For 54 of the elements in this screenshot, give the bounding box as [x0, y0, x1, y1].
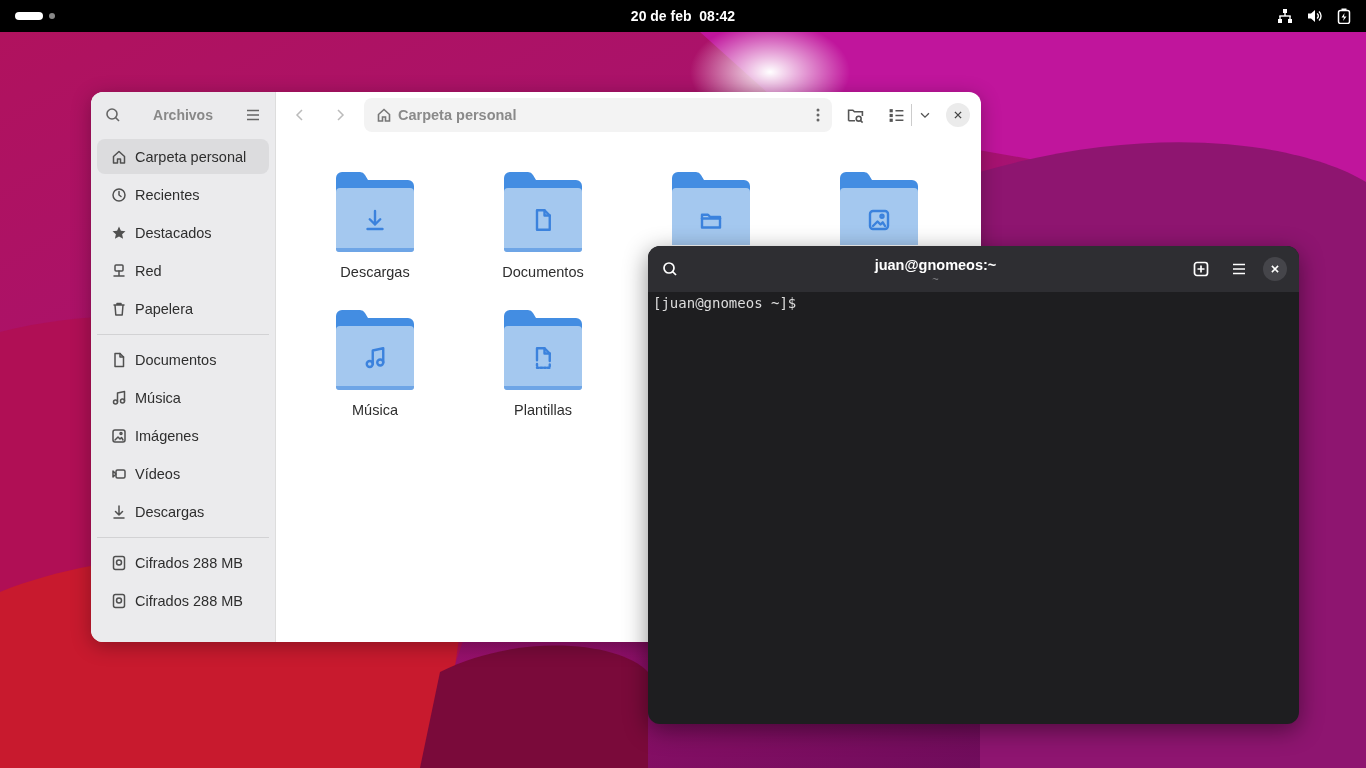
folder-icon[interactable] [672, 172, 750, 245]
trash-icon [111, 301, 127, 317]
sidebar-item[interactable]: Descargas [97, 493, 269, 531]
close-button[interactable] [1263, 257, 1287, 281]
more-icon[interactable] [816, 107, 820, 123]
folder-name: Documentos [502, 264, 584, 280]
sidebar-item[interactable]: Cifrados 288 MB [97, 544, 269, 582]
image-icon [111, 428, 127, 444]
close-icon [1270, 264, 1280, 274]
folder-name: Música [352, 402, 398, 418]
download-icon [111, 504, 127, 520]
sidebar-item[interactable]: Documentos [97, 341, 269, 379]
clock-icon [111, 187, 127, 203]
folder-search-icon[interactable] [847, 106, 864, 124]
folder-name: Descargas [340, 264, 410, 280]
music-icon [111, 390, 127, 406]
folder-icon[interactable] [504, 172, 582, 252]
folder-icon[interactable] [336, 310, 414, 390]
volume-icon[interactable] [1307, 8, 1323, 24]
drive-icon [111, 593, 127, 609]
menu-icon[interactable] [1231, 261, 1247, 277]
drive-icon [111, 555, 127, 571]
sidebar-item[interactable]: Red [97, 252, 269, 290]
home-icon [111, 148, 127, 165]
window-title: juan@gnomeos:~ [874, 257, 997, 273]
sidebar-item[interactable]: Papelera [97, 290, 269, 328]
list-view-icon[interactable] [888, 106, 905, 124]
workspace-dot-icon[interactable] [49, 13, 55, 19]
video-icon [111, 466, 127, 482]
shell-prompt: [juan@gnomeos ~]$ [653, 295, 797, 311]
new-tab-icon[interactable] [1193, 261, 1209, 277]
clock[interactable]: 20 de feb 08:42 [630, 8, 736, 24]
window-subtitle: ~ [932, 273, 939, 285]
star-icon [111, 225, 127, 241]
battery-icon[interactable] [1337, 8, 1351, 24]
folder-icon[interactable] [840, 172, 918, 245]
close-icon [953, 110, 963, 120]
network-icon [111, 263, 127, 279]
folder-icon[interactable] [504, 310, 582, 390]
document-icon [111, 352, 127, 368]
workspace-indicator-icon[interactable] [15, 12, 43, 20]
sidebar-item[interactable]: Recientes [97, 176, 269, 214]
sidebar-item[interactable]: Imágenes [97, 417, 269, 455]
app-title: Archivos [153, 107, 213, 123]
home-icon [376, 107, 392, 123]
folder-icon[interactable] [336, 172, 414, 252]
sidebar-item[interactable]: Destacados [97, 214, 269, 252]
sidebar-item[interactable]: Carpeta personal [97, 139, 269, 174]
sidebar-item[interactable]: Cifrados 288 MB [97, 582, 269, 620]
network-icon[interactable] [1277, 8, 1293, 24]
folder-name: Plantillas [514, 402, 572, 418]
sidebar-item[interactable]: Vídeos [97, 455, 269, 493]
sidebar-item[interactable]: Música [97, 379, 269, 417]
search-icon[interactable] [662, 261, 678, 277]
